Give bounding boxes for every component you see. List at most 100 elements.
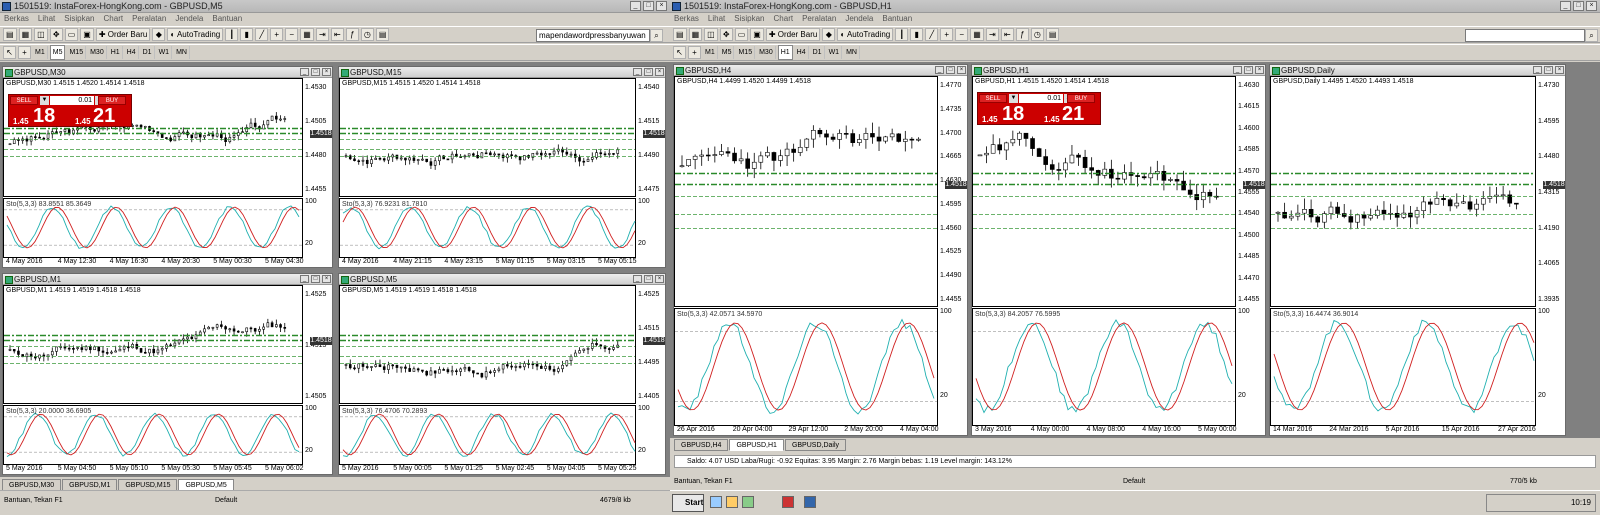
navigator-icon[interactable]: ✥ bbox=[49, 28, 63, 41]
market-watch-icon[interactable]: ◫ bbox=[704, 28, 718, 41]
timeframe-d1[interactable]: D1 bbox=[141, 46, 155, 59]
templates-icon[interactable]: ▤ bbox=[375, 28, 390, 41]
metaeditor-icon[interactable]: ◆ bbox=[152, 28, 166, 41]
minimize-button[interactable]: _ bbox=[1560, 1, 1571, 11]
maximize-button[interactable]: □ bbox=[946, 66, 955, 74]
timeframe-m30[interactable]: M30 bbox=[757, 46, 776, 59]
navigator-icon[interactable]: ✥ bbox=[719, 28, 733, 41]
taskbar-window-icon[interactable] bbox=[804, 496, 816, 508]
lot-decrease-button[interactable]: ▼ bbox=[40, 96, 49, 105]
metaeditor-icon[interactable]: ◆ bbox=[822, 28, 836, 41]
timeframe-w1[interactable]: W1 bbox=[157, 46, 173, 59]
terminal-icon[interactable]: ▭ bbox=[64, 28, 79, 41]
right-search-input[interactable] bbox=[1465, 29, 1585, 42]
search-icon[interactable]: ⌕ bbox=[1585, 29, 1598, 42]
indicators-icon[interactable]: ƒ bbox=[1015, 28, 1029, 41]
buy-button[interactable]: BUY bbox=[1067, 94, 1095, 103]
close-button[interactable]: × bbox=[1255, 66, 1264, 74]
minimize-button[interactable]: _ bbox=[300, 275, 309, 283]
maximize-button[interactable]: □ bbox=[643, 1, 654, 11]
autoscroll-icon[interactable]: ⇥ bbox=[985, 28, 999, 41]
chart-tab[interactable]: GBPUSD,H1 bbox=[729, 439, 784, 451]
menu-item-chart[interactable]: Chart bbox=[104, 13, 124, 25]
timeframe-mn[interactable]: MN bbox=[174, 46, 190, 59]
close-button[interactable]: × bbox=[655, 275, 664, 283]
menu-item-jendela[interactable]: Jendela bbox=[845, 13, 873, 25]
timeframe-m5[interactable]: M5 bbox=[720, 46, 735, 59]
maximize-button[interactable]: □ bbox=[311, 275, 320, 283]
minimize-button[interactable]: _ bbox=[1533, 66, 1542, 74]
minimize-button[interactable]: _ bbox=[633, 68, 642, 76]
minimize-button[interactable]: _ bbox=[1233, 66, 1242, 74]
menu-item-peralatan[interactable]: Peralatan bbox=[802, 13, 836, 25]
start-button[interactable]: Start bbox=[672, 494, 704, 512]
buy-button[interactable]: BUY bbox=[98, 96, 126, 105]
chart-window-m30[interactable]: GBPUSD,M30 _ □ × GBPUSD,M30 1.4515 1.4520 1.… bbox=[2, 66, 333, 268]
timeframe-mn[interactable]: MN bbox=[844, 46, 860, 59]
minimize-button[interactable]: _ bbox=[633, 275, 642, 283]
zoom-out-icon[interactable]: − bbox=[955, 28, 969, 41]
menu-item-bantuan[interactable]: Bantuan bbox=[212, 13, 242, 25]
quicklaunch-folder-icon[interactable] bbox=[726, 496, 738, 508]
chart-tab[interactable]: GBPUSD,Daily bbox=[784, 439, 847, 451]
close-button[interactable]: × bbox=[957, 66, 966, 74]
chart-window-h1[interactable]: GBPUSD,H1 _ □ × GBPUSD,H1 1.4515 1.4520 1.45… bbox=[971, 64, 1266, 436]
close-button[interactable]: × bbox=[1555, 66, 1564, 74]
close-button[interactable]: × bbox=[1586, 1, 1597, 11]
chart-window-m1[interactable]: GBPUSD,M1 _ □ × GBPUSD,M1 1.4519 1.4519 1.45… bbox=[2, 273, 333, 475]
timeframe-m15[interactable]: M15 bbox=[67, 46, 87, 59]
order-button[interactable]: ✚ Order Baru bbox=[95, 28, 151, 41]
timeframe-m1[interactable]: M1 bbox=[33, 46, 48, 59]
lot-size-input[interactable]: 0.01 bbox=[50, 96, 94, 105]
timeframe-m5[interactable]: M5 bbox=[49, 45, 66, 60]
taskbar-app-icon[interactable] bbox=[782, 496, 794, 508]
bar-chart-icon[interactable]: ┃ bbox=[225, 28, 239, 41]
maximize-button[interactable]: □ bbox=[1544, 66, 1553, 74]
new-chart-icon[interactable]: ▤ bbox=[3, 28, 17, 41]
crosshair-icon[interactable]: + bbox=[18, 46, 31, 59]
timeframe-m15[interactable]: M15 bbox=[736, 46, 756, 59]
timeframe-h4[interactable]: H4 bbox=[795, 46, 809, 59]
maximize-button[interactable]: □ bbox=[311, 68, 320, 76]
chart-window-m5[interactable]: GBPUSD,M5 _ □ × GBPUSD,M5 1.4519 1.4519 1.45… bbox=[338, 273, 666, 475]
profiles-icon[interactable]: ▦ bbox=[18, 28, 33, 41]
zoom-out-icon[interactable]: − bbox=[285, 28, 299, 41]
templates-icon[interactable]: ▤ bbox=[1045, 28, 1060, 41]
zoom-in-icon[interactable]: + bbox=[940, 28, 954, 41]
chart-window-m15[interactable]: GBPUSD,M15 _ □ × GBPUSD,M15 1.4515 1.4520 1.… bbox=[338, 66, 666, 268]
close-button[interactable]: × bbox=[655, 68, 664, 76]
periods-icon[interactable]: ◷ bbox=[1030, 28, 1044, 41]
profiles-icon[interactable]: ▦ bbox=[688, 28, 703, 41]
quicklaunch-terminal-icon[interactable] bbox=[742, 496, 754, 508]
menu-item-sisipkan[interactable]: Sisipkan bbox=[734, 13, 764, 25]
menu-item-berkas[interactable]: Berkas bbox=[674, 13, 699, 25]
candle-chart-icon[interactable]: ▮ bbox=[240, 28, 254, 41]
lot-decrease-button[interactable]: ▼ bbox=[1009, 94, 1018, 103]
close-button[interactable]: × bbox=[322, 275, 331, 283]
timeframe-h4[interactable]: H4 bbox=[125, 46, 139, 59]
periods-icon[interactable]: ◷ bbox=[360, 28, 374, 41]
line-chart-icon[interactable]: ╱ bbox=[255, 28, 269, 41]
order-button[interactable]: ✚ Order Baru bbox=[765, 28, 821, 41]
menu-item-bantuan[interactable]: Bantuan bbox=[882, 13, 912, 25]
tile-icon[interactable]: ▦ bbox=[300, 28, 314, 41]
terminal-icon[interactable]: ▭ bbox=[734, 28, 749, 41]
quicklaunch-ie-icon[interactable] bbox=[710, 496, 722, 508]
search-icon[interactable]: ⌕ bbox=[650, 29, 663, 42]
tester-icon[interactable]: ▣ bbox=[80, 28, 94, 41]
bar-chart-icon[interactable]: ┃ bbox=[895, 28, 909, 41]
search-input[interactable]: mapendawordpressbanyuwan bbox=[536, 29, 650, 42]
autoscroll-icon[interactable]: ⇥ bbox=[315, 28, 329, 41]
menu-item-lihat[interactable]: Lihat bbox=[708, 13, 725, 25]
maximize-button[interactable]: □ bbox=[644, 275, 653, 283]
chart-tab[interactable]: GBPUSD,H4 bbox=[674, 439, 729, 451]
line-chart-icon[interactable]: ╱ bbox=[925, 28, 939, 41]
timeframe-m1[interactable]: M1 bbox=[703, 46, 718, 59]
minimize-button[interactable]: _ bbox=[935, 66, 944, 74]
timeframe-h1[interactable]: H1 bbox=[109, 46, 123, 59]
autotrading-button[interactable]: ◐ AutoTrading bbox=[167, 28, 224, 41]
maximize-button[interactable]: □ bbox=[1573, 1, 1584, 11]
menu-item-chart[interactable]: Chart bbox=[774, 13, 794, 25]
sell-button[interactable]: SELL bbox=[10, 96, 38, 105]
timeframe-h1[interactable]: H1 bbox=[777, 45, 793, 60]
